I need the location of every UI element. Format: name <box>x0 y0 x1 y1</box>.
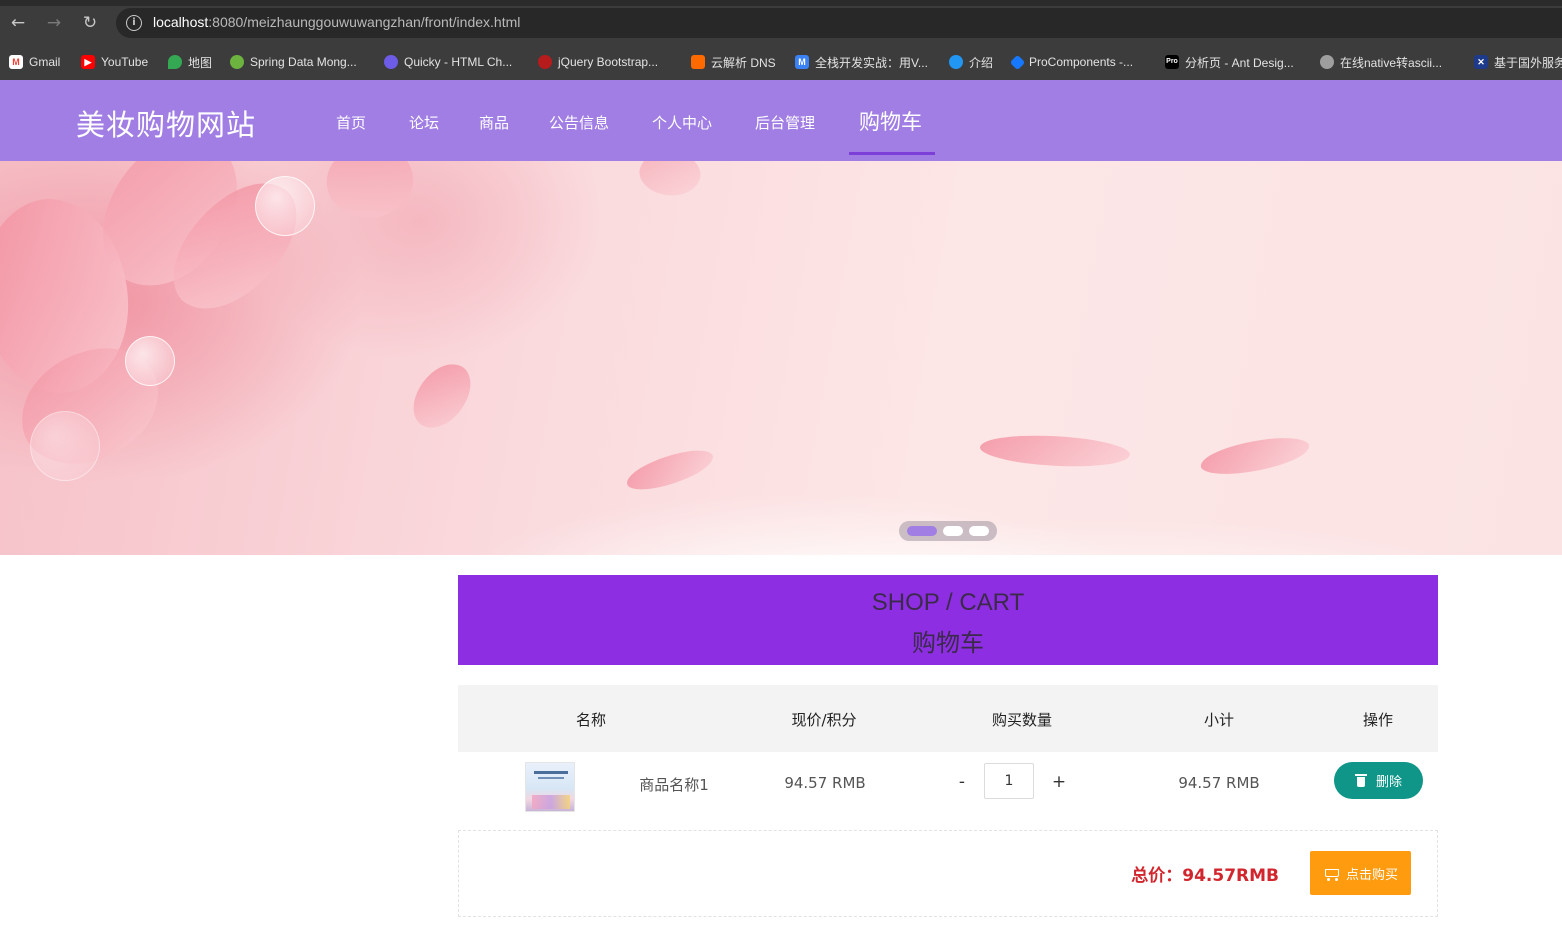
petal-decoration <box>634 161 706 205</box>
browser-toolbar: ← → ↻ i localhost:8080/meizhaunggouwuwan… <box>0 0 1562 44</box>
thumbnail-detail <box>534 771 568 774</box>
product-name[interactable]: 商品名称1 <box>639 774 709 795</box>
site-info-icon[interactable]: i <box>126 15 142 31</box>
site-header: 美妆购物网站 首页 论坛 商品 公告信息 个人中心 后台管理 购物车 <box>0 80 1562 161</box>
tab-strip-edge <box>0 0 1562 6</box>
nav-cart[interactable]: 购物车 <box>859 106 922 136</box>
nav-profile[interactable]: 个人中心 <box>652 112 712 133</box>
trash-icon <box>1354 774 1367 787</box>
cart-title-banner: SHOP / CART 购物车 <box>458 575 1438 665</box>
petal-decoration <box>622 444 718 496</box>
bookmark-intro[interactable]: 介绍 <box>949 53 993 71</box>
total-price: 总价：94.57RMB <box>1131 866 1279 886</box>
bookmark-analysis[interactable]: Pro 分析页 - Ant Desig... <box>1165 53 1294 71</box>
bookmark-quicky[interactable]: Quicky - HTML Ch... <box>384 53 512 71</box>
thumbnail-detail <box>532 795 570 809</box>
bookmark-maps[interactable]: 地图 <box>168 53 212 71</box>
youtube-icon: ▶ <box>81 55 95 69</box>
bubble-decoration <box>255 176 315 236</box>
product-price: 94.57 RMB <box>784 774 866 792</box>
carousel-dot-1[interactable] <box>907 526 937 536</box>
aliyun-icon <box>691 55 705 69</box>
column-header-name: 名称 <box>575 711 607 729</box>
quantity-increase-button[interactable]: + <box>1052 772 1066 792</box>
column-header-subtotal: 小计 <box>1203 711 1235 729</box>
bookmark-native-ascii[interactable]: 在线native转ascii... <box>1320 53 1442 71</box>
delete-button[interactable]: 删除 <box>1334 762 1423 799</box>
cart-title-cn: 购物车 <box>912 629 984 657</box>
cart-item-row: 商品名称1 94.57 RMB - 1 + 94.57 RMB 删除 <box>458 752 1438 822</box>
column-header-price: 现价/积分 <box>791 711 857 729</box>
bubble-decoration <box>30 411 100 481</box>
gmail-icon: M <box>9 55 23 69</box>
address-bar[interactable]: i localhost:8080/meizhaunggouwuwangzhan/… <box>116 8 1562 38</box>
column-header-actions: 操作 <box>1362 711 1394 729</box>
petal-decoration <box>313 161 427 238</box>
forward-arrow-icon[interactable]: → <box>43 12 65 34</box>
site-logo[interactable]: 美妆购物网站 <box>76 102 256 144</box>
messenger-icon <box>384 55 398 69</box>
bookmark-gmail[interactable]: M Gmail <box>9 53 60 71</box>
bookmark-youtube[interactable]: ▶ YouTube <box>81 53 148 71</box>
bookmark-jquery[interactable]: jQuery Bootstrap... <box>538 53 658 71</box>
column-header-quantity: 购买数量 <box>991 711 1053 729</box>
product-subtotal: 94.57 RMB <box>1178 774 1260 792</box>
quantity-decrease-button[interactable]: - <box>959 772 965 792</box>
buy-button-label: 点击购买 <box>1345 867 1398 883</box>
circle-icon <box>949 55 963 69</box>
spring-icon <box>230 55 244 69</box>
carousel-dot-2[interactable] <box>943 526 963 536</box>
thumbnail-detail <box>538 777 564 779</box>
bookmark-spring[interactable]: Spring Data Mong... <box>230 53 357 71</box>
jquery-icon <box>538 55 552 69</box>
buy-button[interactable]: 点击购买 <box>1310 851 1411 895</box>
bookmark-fullstack[interactable]: M 全栈开发实战：用V... <box>795 53 928 71</box>
nav-announcements[interactable]: 公告信息 <box>549 112 609 133</box>
m-icon: M <box>795 55 809 69</box>
nav-home[interactable]: 首页 <box>336 112 366 133</box>
antd-icon <box>1009 54 1026 70</box>
maps-icon <box>168 55 182 69</box>
petal-decoration <box>1198 433 1312 479</box>
cart-total-section: 总价：94.57RMB 点击购买 <box>458 830 1438 917</box>
bookmarks-bar: M Gmail ▶ YouTube 地图 Spring Data Mong... Q… <box>0 44 1562 80</box>
bookmark-procomponents[interactable]: ProComponents -... <box>1009 53 1133 71</box>
nav-products[interactable]: 商品 <box>479 112 509 133</box>
bookmark-dns[interactable]: 云解析 DNS <box>691 53 776 71</box>
product-thumbnail[interactable] <box>525 762 575 812</box>
carousel-indicator <box>899 521 997 541</box>
cart-title-en: SHOP / CART <box>871 589 1025 616</box>
back-arrow-icon[interactable]: ← <box>7 12 29 34</box>
pro-icon: Pro <box>1165 55 1179 69</box>
cart-table-header: 名称 现价/积分 购买数量 小计 操作 <box>458 685 1438 752</box>
banner-carousel <box>0 161 1562 555</box>
globe-icon <box>1320 55 1334 69</box>
nav-forum[interactable]: 论坛 <box>409 112 439 133</box>
delete-button-label: 删除 <box>1375 775 1402 790</box>
reload-icon[interactable]: ↻ <box>79 12 101 34</box>
petal-decoration <box>978 429 1132 473</box>
nav-active-indicator <box>849 152 935 155</box>
shopping-cart-icon <box>1323 866 1340 881</box>
url-text[interactable]: localhost:8080/meizhaunggouwuwangzhan/fr… <box>153 14 520 30</box>
bubble-decoration <box>125 336 175 386</box>
petal-decoration <box>405 354 479 438</box>
carousel-dot-3[interactable] <box>969 526 989 536</box>
bookmark-foreign-service[interactable]: ✕ 基于国外服务 <box>1474 53 1562 71</box>
quantity-input[interactable]: 1 <box>984 763 1034 799</box>
flag-icon: ✕ <box>1474 55 1488 69</box>
nav-admin[interactable]: 后台管理 <box>755 112 815 133</box>
